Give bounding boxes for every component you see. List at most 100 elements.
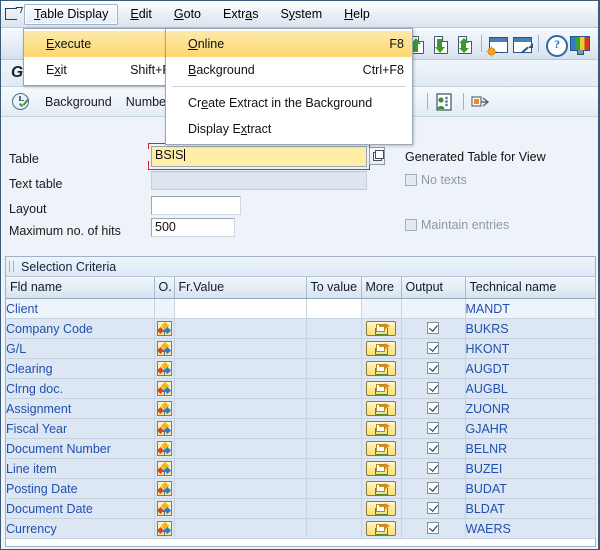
column-header-to-value[interactable]: To value <box>306 277 361 299</box>
cell-fr-value[interactable] <box>174 379 306 399</box>
column-header-option[interactable]: O. <box>154 277 174 299</box>
cell-fld-name[interactable]: Line item <box>6 459 154 479</box>
maximum-hits-input[interactable]: 500 <box>151 218 235 237</box>
output-checkbox[interactable] <box>427 402 439 414</box>
table-row[interactable]: Line itemBUZEI <box>6 459 595 479</box>
cell-fld-name[interactable]: Posting Date <box>6 479 154 499</box>
table-row[interactable]: CurrencyWAERS <box>6 519 595 539</box>
layout-input[interactable] <box>151 196 241 215</box>
table-row[interactable]: AssignmentZUONR <box>6 399 595 419</box>
cell-fld-name[interactable]: Company Code <box>6 319 154 339</box>
output-checkbox[interactable] <box>427 342 439 354</box>
select-options-icon[interactable] <box>157 341 172 356</box>
output-checkbox[interactable] <box>427 462 439 474</box>
cell-option[interactable] <box>154 319 174 339</box>
cell-fld-name[interactable]: Document Date <box>6 499 154 519</box>
multiple-selection-icon[interactable] <box>366 341 396 356</box>
output-checkbox[interactable] <box>427 382 439 394</box>
cell-output[interactable] <box>401 319 465 339</box>
cell-fr-value[interactable] <box>174 319 306 339</box>
help-icon[interactable]: ? <box>544 33 566 55</box>
cell-more[interactable] <box>361 419 401 439</box>
cell-more[interactable] <box>361 399 401 419</box>
column-header-technical-name[interactable]: Technical name <box>465 277 595 299</box>
table-match-code-button[interactable] <box>369 147 385 165</box>
cell-output[interactable] <box>401 379 465 399</box>
cell-to-value[interactable] <box>306 499 361 519</box>
cell-fld-name[interactable]: Client <box>6 299 154 319</box>
menu-item-create-extract-in-background[interactable]: Create Extract in the Background <box>166 90 412 116</box>
table-row[interactable]: Company CodeBUKRS <box>6 319 595 339</box>
cell-output[interactable] <box>401 359 465 379</box>
cell-more[interactable] <box>361 319 401 339</box>
cell-to-value[interactable] <box>306 379 361 399</box>
select-options-icon[interactable] <box>157 401 172 416</box>
menu-help[interactable]: Help <box>334 4 380 25</box>
cell-output[interactable] <box>401 439 465 459</box>
maintain-entries-checkbox-row[interactable]: Maintain entries <box>405 218 509 232</box>
cell-to-value[interactable] <box>306 519 361 539</box>
expand-collapse-icon[interactable] <box>469 91 491 113</box>
output-checkbox[interactable] <box>427 522 439 534</box>
select-options-icon[interactable] <box>157 441 172 456</box>
execute-background-check-icon[interactable] <box>11 92 31 112</box>
create-shortcut-icon[interactable] <box>511 33 533 55</box>
select-options-icon[interactable] <box>157 521 172 536</box>
select-options-icon[interactable] <box>157 461 172 476</box>
output-checkbox[interactable] <box>427 482 439 494</box>
cell-fld-name[interactable]: Clrng doc. <box>6 379 154 399</box>
cell-to-value[interactable] <box>306 419 361 439</box>
column-header-fr-value[interactable]: Fr.Value <box>174 277 306 299</box>
cell-more[interactable] <box>361 479 401 499</box>
table-row[interactable]: G/LHKONT <box>6 339 595 359</box>
menu-table-display[interactable]: TTable Displayable Display <box>24 4 118 25</box>
cell-more[interactable] <box>361 499 401 519</box>
cell-to-value[interactable] <box>306 399 361 419</box>
cell-to-value[interactable] <box>306 439 361 459</box>
multiple-selection-icon[interactable] <box>366 461 396 476</box>
multiple-selection-icon[interactable] <box>366 521 396 536</box>
menu-edit[interactable]: Edit <box>120 4 162 25</box>
menu-item-display-extract[interactable]: Display Extract <box>166 116 412 142</box>
maintain-entries-checkbox[interactable] <box>405 219 417 231</box>
cell-fr-value[interactable] <box>174 519 306 539</box>
select-options-icon[interactable] <box>157 361 172 376</box>
no-texts-checkbox[interactable] <box>405 174 417 186</box>
menu-item-background[interactable]: Background Ctrl+F8 <box>166 57 412 83</box>
menu-goto[interactable]: Goto <box>164 4 211 25</box>
multiple-selection-icon[interactable] <box>366 361 396 376</box>
cell-output[interactable] <box>401 339 465 359</box>
cell-option[interactable] <box>154 359 174 379</box>
new-session-icon[interactable] <box>487 33 509 55</box>
cell-to-value[interactable] <box>306 359 361 379</box>
output-checkbox[interactable] <box>427 322 439 334</box>
menu-system[interactable]: System <box>270 4 332 25</box>
select-options-icon[interactable] <box>157 421 172 436</box>
cell-output[interactable] <box>401 499 465 519</box>
select-options-icon[interactable] <box>157 381 172 396</box>
cell-to-value[interactable] <box>306 319 361 339</box>
cell-more[interactable] <box>361 459 401 479</box>
system-menu-icon[interactable] <box>3 5 23 23</box>
table-row[interactable]: Document DateBLDAT <box>6 499 595 519</box>
cell-option[interactable] <box>154 479 174 499</box>
no-texts-checkbox-row[interactable]: No texts <box>405 173 467 187</box>
cell-to-value[interactable] <box>306 459 361 479</box>
cell-option[interactable] <box>154 499 174 519</box>
multiple-selection-icon[interactable] <box>366 481 396 496</box>
multiple-selection-icon[interactable] <box>366 501 396 516</box>
cell-fr-value[interactable] <box>174 439 306 459</box>
cell-fld-name[interactable]: G/L <box>6 339 154 359</box>
cell-to-value[interactable] <box>306 479 361 499</box>
table-row[interactable]: ClearingAUGDT <box>6 359 595 379</box>
cell-more[interactable] <box>361 339 401 359</box>
multiple-selection-icon[interactable] <box>366 401 396 416</box>
cell-fld-name[interactable]: Assignment <box>6 399 154 419</box>
cell-option[interactable] <box>154 299 174 319</box>
cell-option[interactable] <box>154 519 174 539</box>
cell-option[interactable] <box>154 379 174 399</box>
multiple-selection-icon[interactable] <box>366 381 396 396</box>
select-options-icon[interactable] <box>157 481 172 496</box>
select-options-icon[interactable] <box>157 501 172 516</box>
cell-more[interactable] <box>361 299 401 319</box>
